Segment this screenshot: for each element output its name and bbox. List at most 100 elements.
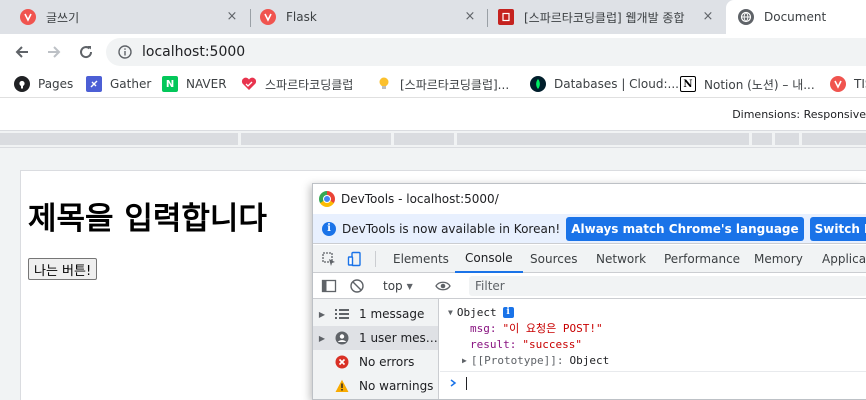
notion-icon: N bbox=[680, 76, 696, 92]
address-bar[interactable]: localhost:5000 bbox=[106, 38, 866, 66]
object-label: Object bbox=[456, 305, 497, 319]
dimensions-select[interactable]: Dimensions: Responsive bbox=[732, 108, 866, 121]
prompt-chevron-icon bbox=[450, 379, 457, 387]
sidebar-item-label: No errors bbox=[359, 355, 415, 369]
notebook-icon bbox=[498, 9, 514, 25]
property-key: [[Prototype]]: bbox=[470, 353, 564, 367]
devtools-titlebar[interactable]: DevTools - localhost:5000/ bbox=[313, 184, 866, 214]
ruler-segment[interactable] bbox=[241, 133, 391, 145]
velog-icon bbox=[20, 9, 36, 25]
text-cursor bbox=[466, 376, 467, 390]
page-heading: 제목을 입력합니다 bbox=[28, 201, 267, 237]
info-circle-icon[interactable] bbox=[118, 45, 132, 59]
console-prompt[interactable] bbox=[448, 375, 467, 391]
arrow-right-icon bbox=[48, 46, 61, 58]
velog-icon bbox=[260, 9, 276, 25]
tab-elements[interactable]: Elements bbox=[393, 245, 449, 273]
page-button[interactable]: 나는 버튼! bbox=[28, 258, 98, 280]
bookmarks-bar: Pages Gather N NAVER 스파르타코딩클럽 [스파르타코딩클럽]… bbox=[0, 70, 866, 98]
reload-icon bbox=[80, 46, 93, 59]
tab-close-button[interactable]: × bbox=[700, 9, 716, 25]
forward-button[interactable] bbox=[42, 40, 66, 64]
lightbulb-icon bbox=[376, 76, 392, 92]
console-output: ▼ Object i msg: "이 요청은 POST!" result: "s… bbox=[440, 299, 866, 399]
sidebar-item-user-messages[interactable]: ▶ 1 user mess... bbox=[313, 326, 438, 350]
browser-tab-write[interactable]: 글쓰기 × bbox=[8, 0, 248, 34]
property-key: msg: bbox=[470, 321, 497, 335]
tab-network[interactable]: Network bbox=[596, 245, 646, 273]
inspect-icon bbox=[322, 252, 335, 266]
ruler-segment[interactable] bbox=[752, 133, 772, 145]
sidebar-toggle-icon bbox=[321, 279, 337, 293]
info-icon: i bbox=[322, 221, 336, 236]
sidebar-item-warnings[interactable]: No warnings bbox=[313, 374, 438, 398]
filter-placeholder: Filter bbox=[475, 279, 505, 293]
github-icon bbox=[14, 76, 30, 92]
error-icon bbox=[333, 355, 351, 369]
switch-language-button[interactable]: Switch DevTools to Kore bbox=[809, 216, 866, 241]
bookmark-mongodb[interactable]: Databases | Cloud:... bbox=[530, 75, 679, 93]
info-badge-icon[interactable]: i bbox=[502, 306, 514, 318]
tab-label: [스파르타코딩클럽] 웹개발 종합 bbox=[524, 10, 685, 25]
sidebar-item-errors[interactable]: No errors bbox=[313, 350, 438, 374]
media-query-ruler bbox=[0, 130, 866, 148]
tab-memory[interactable]: Memory bbox=[754, 245, 803, 273]
browser-tab-document[interactable]: Document bbox=[726, 0, 866, 34]
tab-sources[interactable]: Sources bbox=[530, 245, 577, 273]
sidebar-toggle-button[interactable] bbox=[321, 277, 337, 295]
filter-input[interactable]: Filter bbox=[469, 276, 866, 296]
device-toggle-button[interactable] bbox=[347, 245, 363, 273]
sidebar-item-messages[interactable]: ▶ 1 message bbox=[313, 302, 438, 326]
tab-close-button[interactable]: × bbox=[224, 9, 240, 25]
inspect-element-button[interactable] bbox=[321, 245, 337, 273]
bookmark-label: Databases | Cloud:... bbox=[554, 77, 679, 91]
match-language-button[interactable]: Always match Chrome's language bbox=[566, 216, 804, 241]
clear-console-button[interactable] bbox=[349, 277, 365, 295]
ruler-segment[interactable] bbox=[0, 133, 238, 145]
mongodb-icon bbox=[530, 76, 546, 92]
object-log-entry[interactable]: ▼ Object i bbox=[448, 304, 514, 320]
tab-console[interactable]: Console bbox=[455, 245, 523, 273]
expand-arrow-icon[interactable]: ▶ bbox=[462, 356, 467, 365]
live-expression-button[interactable] bbox=[435, 277, 451, 295]
console-toolbar: top ▼ Filter bbox=[313, 273, 866, 299]
bookmark-pages[interactable]: Pages bbox=[14, 75, 73, 93]
property-result: result: "success" bbox=[470, 336, 582, 352]
tab-label: Flask bbox=[286, 10, 317, 24]
velog-icon bbox=[830, 76, 846, 92]
browser-tab-sparta[interactable]: [스파르타코딩클럽] 웹개발 종합 × bbox=[488, 0, 724, 34]
ruler-segment[interactable] bbox=[394, 133, 454, 145]
bookmark-gather[interactable]: Gather bbox=[86, 75, 151, 93]
property-prototype[interactable]: ▶ [[Prototype]]: Object bbox=[462, 352, 609, 368]
toolbar-divider bbox=[375, 251, 376, 267]
devtools-title: DevTools - localhost:5000/ bbox=[341, 192, 499, 206]
browser-toolbar: localhost:5000 bbox=[0, 34, 866, 70]
bookmark-sparta-page[interactable]: [스파르타코딩클럽]... bbox=[376, 75, 509, 93]
tab-performance[interactable]: Performance bbox=[664, 245, 740, 273]
property-key: result: bbox=[470, 337, 517, 351]
context-value: top bbox=[383, 279, 403, 293]
console-sidebar: ▶ 1 message ▶ 1 user mess... No errors N… bbox=[313, 299, 439, 399]
tab-application[interactable]: Applicat bbox=[822, 245, 866, 273]
ruler-segment[interactable] bbox=[802, 133, 866, 145]
expand-arrow-icon: ▶ bbox=[318, 333, 326, 343]
url-text[interactable]: localhost:5000 bbox=[142, 44, 245, 60]
bookmark-label: NAVER bbox=[186, 77, 227, 91]
bookmark-sparta[interactable]: 스파르타코딩클럽 bbox=[241, 75, 353, 93]
bookmark-notion[interactable]: N Notion (노션) – 내... bbox=[680, 75, 815, 93]
tab-strip: 글쓰기 × Flask × [스파르타코딩클럽] 웹개발 종합 × Docume… bbox=[0, 0, 866, 34]
context-select[interactable]: top ▼ bbox=[383, 277, 413, 295]
tab-close-button[interactable]: × bbox=[462, 9, 478, 25]
back-button[interactable] bbox=[10, 40, 34, 64]
expand-arrow-icon: ▶ bbox=[318, 309, 326, 319]
sparta-icon bbox=[241, 76, 257, 92]
ruler-segment[interactable] bbox=[457, 133, 749, 145]
ruler-segment[interactable] bbox=[775, 133, 799, 145]
collapse-arrow-icon[interactable]: ▼ bbox=[448, 308, 453, 317]
arrow-left-icon bbox=[15, 46, 28, 58]
bookmark-naver[interactable]: N NAVER bbox=[162, 75, 227, 93]
bookmark-label: Gather bbox=[110, 77, 152, 91]
bookmark-tis[interactable]: TIS bbox=[830, 75, 866, 93]
reload-button[interactable] bbox=[74, 40, 98, 64]
browser-tab-flask[interactable]: Flask × bbox=[250, 0, 486, 34]
